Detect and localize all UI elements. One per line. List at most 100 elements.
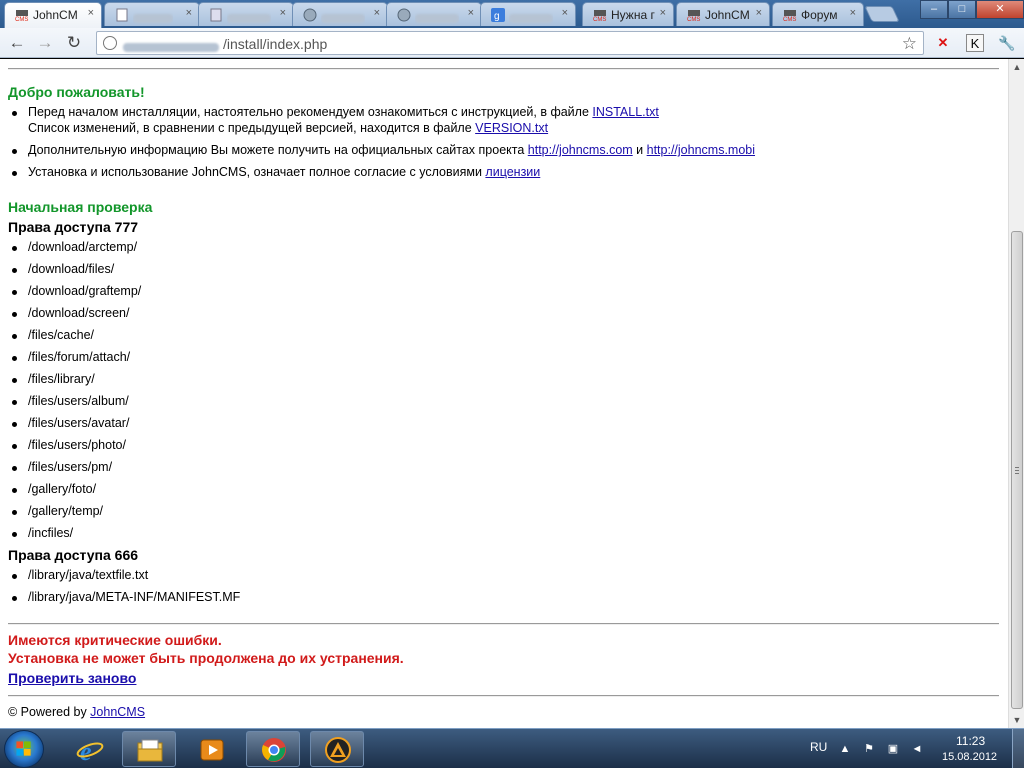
perm777-item: /gallery/temp/: [11, 504, 104, 518]
windows-logo-icon: [16, 741, 31, 756]
perm666-item: /library/java/META-INF/MANIFEST.MF: [11, 590, 241, 604]
perm777-item: /files/users/pm/: [11, 460, 113, 474]
perm777-item: /files/forum/attach/: [11, 350, 131, 364]
johncms-icon: CMS: [783, 10, 796, 22]
johncms-icon: CMS: [687, 10, 700, 22]
show-hidden-icons-arrow-icon[interactable]: ▲: [838, 742, 852, 756]
url-host-blurred: [123, 39, 219, 57]
error-message: Имеются критические ошибки.: [8, 632, 222, 648]
chrome-icon: [262, 738, 286, 762]
kaspersky-extension-icon[interactable]: ✕: [934, 34, 952, 52]
tab-close-icon[interactable]: ×: [186, 7, 192, 19]
scroll-thumb[interactable]: [1011, 231, 1023, 709]
install-txt-link[interactable]: INSTALL.txt: [592, 105, 658, 119]
svg-text:CMS: CMS: [15, 17, 28, 22]
tab-forum[interactable]: CMS Форум ×: [772, 2, 864, 26]
intro-item-version: Список изменений, в сравнении с предыдущ…: [28, 121, 548, 135]
bookmark-star-icon[interactable]: ☆: [902, 34, 917, 54]
scroll-down-arrow-icon[interactable]: ▼: [1009, 712, 1024, 728]
vertical-scrollbar[interactable]: ▲ ▼: [1008, 59, 1024, 728]
version-txt-link[interactable]: VERSION.txt: [475, 121, 548, 135]
divider: [8, 695, 999, 697]
tab-close-icon[interactable]: ×: [562, 7, 568, 19]
clock-date[interactable]: 15.08.2012: [942, 751, 997, 763]
tab-close-icon[interactable]: ×: [756, 7, 762, 19]
scroll-up-arrow-icon[interactable]: ▲: [1009, 59, 1024, 75]
clock-time[interactable]: 11:23: [956, 734, 985, 748]
taskbar-aimp[interactable]: [310, 731, 364, 767]
tab-title: Нужна г: [611, 8, 655, 22]
tab-title: JohnCM: [33, 8, 78, 22]
tab-close-icon[interactable]: ×: [850, 7, 856, 19]
page-info-icon[interactable]: [103, 36, 117, 50]
media-player-icon: [200, 739, 224, 761]
svg-text:CMS: CMS: [593, 17, 606, 22]
johncms-com-link[interactable]: http://johncms.com: [528, 143, 633, 157]
maximize-button[interactable]: □: [948, 0, 976, 19]
url-path: /install/index.php: [223, 36, 328, 52]
close-window-button[interactable]: ✕: [976, 0, 1024, 19]
back-button[interactable]: ←: [6, 32, 28, 54]
welcome-heading: Добро пожаловать!: [8, 84, 145, 100]
tab-blurred-4[interactable]: ×: [386, 2, 482, 26]
svg-text:CMS: CMS: [687, 17, 700, 22]
tab-close-icon[interactable]: ×: [660, 7, 666, 19]
perm777-item: /download/screen/: [11, 306, 130, 320]
wrench-menu-icon[interactable]: 🔧: [998, 34, 1016, 52]
tab-nuzhna[interactable]: CMS Нужна г ×: [582, 2, 674, 26]
tab-johncms-active[interactable]: CMS JohnCM ×: [4, 2, 102, 28]
action-center-flag-icon[interactable]: ⚑: [862, 742, 876, 756]
intro-text: Дополнительную информацию Вы можете полу…: [28, 143, 528, 157]
check-heading: Начальная проверка: [8, 199, 153, 215]
tab-johncms-2[interactable]: CMS JohnCM ×: [676, 2, 770, 26]
windows-taskbar: e RU ▲ ⚑ ▣ ◄ 11:23 15.08.2012: [0, 728, 1024, 768]
retry-check-link[interactable]: Проверить заново: [8, 670, 136, 686]
volume-icon[interactable]: ◄: [910, 742, 924, 756]
svg-text:g: g: [494, 11, 500, 22]
globe-icon: [303, 8, 317, 22]
forward-button[interactable]: →: [34, 32, 56, 54]
license-link[interactable]: лицензии: [485, 165, 540, 179]
k-extension-icon[interactable]: K: [966, 34, 984, 52]
explorer-folder-icon: [137, 739, 163, 762]
perm777-item: /files/library/: [12, 372, 95, 386]
tab-blurred-google[interactable]: g ×: [480, 2, 576, 26]
tab-blurred-2[interactable]: ×: [198, 2, 294, 26]
globe-icon: [397, 8, 411, 22]
taskbar-media-player[interactable]: [184, 731, 238, 767]
reload-button[interactable]: ↻: [63, 32, 85, 54]
tab-strip: CMS JohnCM × × × × × g × CMS Нужна г × C…: [0, 0, 1024, 28]
perm777-item: /files/users/photo/: [12, 438, 126, 452]
error-message: Установка не может быть продолжена до их…: [8, 650, 404, 666]
language-indicator[interactable]: RU: [810, 740, 827, 754]
tab-blurred-3[interactable]: ×: [292, 2, 388, 26]
tab-close-icon[interactable]: ×: [280, 7, 286, 19]
taskbar-explorer[interactable]: [122, 731, 176, 767]
page-icon: [210, 8, 222, 22]
minimize-button[interactable]: –: [920, 0, 948, 19]
taskbar-chrome[interactable]: [246, 731, 300, 767]
perm777-item: /files/users/avatar/: [11, 416, 130, 430]
taskbar-ie[interactable]: e: [62, 731, 116, 767]
start-button[interactable]: [4, 730, 44, 768]
page-content: Добро пожаловать! Перед началом инсталля…: [0, 59, 1008, 728]
johncms-link[interactable]: JohnCMS: [90, 705, 145, 719]
tab-title: JohnCM: [705, 8, 750, 22]
intro-item-install: Перед началом инсталляции, настоятельно …: [12, 105, 659, 119]
network-icon[interactable]: ▣: [886, 742, 900, 756]
svg-text:e: e: [80, 737, 92, 763]
show-desktop-button[interactable]: [1012, 729, 1024, 768]
tab-blurred-1[interactable]: ×: [104, 2, 200, 26]
tab-close-icon[interactable]: ×: [88, 7, 94, 19]
intro-item-license: Установка и использование JohnCMS, означ…: [11, 165, 540, 179]
perm777-item: /gallery/foto/: [11, 482, 97, 496]
new-tab-button[interactable]: [864, 6, 900, 22]
perm777-item: /download/arctemp/: [11, 240, 138, 254]
tab-close-icon[interactable]: ×: [468, 7, 474, 19]
perm777-item: /download/files/: [11, 262, 115, 276]
powered-text: © Powered by: [8, 705, 91, 719]
tab-close-icon[interactable]: ×: [374, 7, 380, 19]
johncms-mobi-link[interactable]: http://johncms.mobi: [647, 143, 755, 157]
address-bar[interactable]: /install/index.php ☆: [96, 31, 924, 55]
divider: [8, 623, 999, 625]
